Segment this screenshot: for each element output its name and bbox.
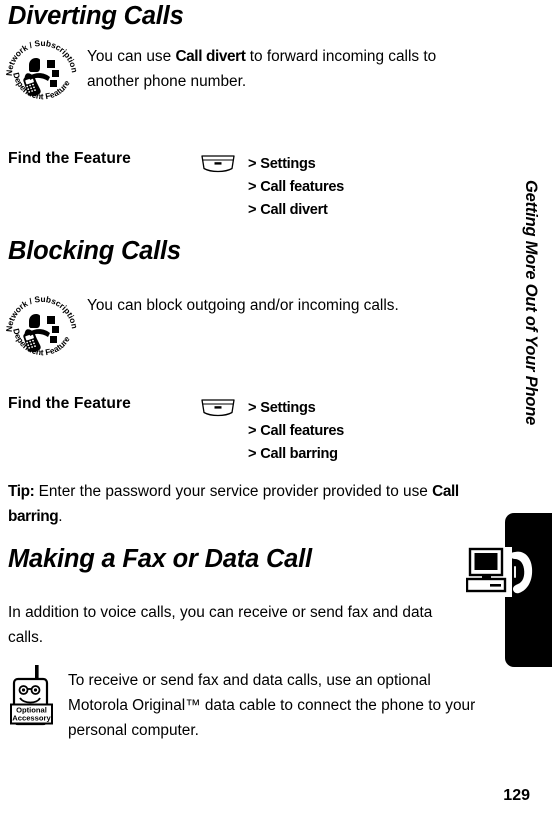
manual-page: Diverting Calls Network / Subscription D… [0, 0, 552, 819]
tip-text-before: Enter the password your service provider… [34, 483, 433, 500]
step-label: Call features [260, 423, 344, 439]
tip-text-after: . [58, 508, 63, 525]
find-the-feature-label-2: Find the Feature [8, 395, 131, 412]
optional-accessory-icon: Optional Accessory [9, 663, 57, 729]
tip-paragraph: Tip: Enter the password your service pro… [8, 479, 488, 529]
step-arrow: > [248, 156, 257, 172]
menu-key-icon [199, 398, 237, 417]
side-tab-title: Getting More Out of Your Phone [522, 180, 540, 426]
computer-icon [465, 547, 512, 597]
find-the-feature-label-1: Find the Feature [8, 150, 131, 167]
step-row[interactable]: > Call barring [248, 443, 344, 466]
paragraph-fax-accessory: To receive or send fax and data calls, u… [68, 672, 476, 739]
tip-label: Tip: [8, 483, 35, 500]
step-arrow: > [248, 202, 257, 218]
paragraph-fax-intro: In addition to voice calls, you can rece… [8, 604, 433, 646]
step-label: Settings [260, 156, 316, 172]
step-row[interactable]: > Call features [248, 176, 344, 199]
step-arrow: > [248, 446, 257, 462]
section-heading-diverting-calls: Diverting Calls [8, 2, 184, 30]
svg-text:Network / Subscription: Network / Subscription [6, 38, 78, 76]
step-row[interactable]: > Call features [248, 420, 344, 443]
step-row[interactable]: > Settings [248, 397, 344, 420]
step-label: Call barring [260, 446, 338, 462]
paragraph-diverting-calls: You can use Call divert to forward incom… [87, 44, 483, 94]
menu-key-icon [199, 154, 237, 173]
network-subscription-dependent-feature-icon: Network / Subscription Dependent Feature [4, 36, 80, 108]
paragraph-blocking-calls: You can block outgoing and/or incoming c… [87, 297, 399, 314]
step-arrow: > [248, 179, 257, 195]
keyword-call-divert: Call divert [175, 48, 246, 65]
section-heading-making-fax-data-call: Making a Fax or Data Call [8, 545, 312, 573]
paragraph-text-before: You can use [87, 48, 176, 65]
sidebar: Getting More Out of Your Phone [480, 0, 552, 819]
page-number: 129 [503, 787, 530, 804]
svg-text:Accessory: Accessory [12, 714, 51, 723]
step-label: Call features [260, 179, 344, 195]
step-arrow: > [248, 400, 257, 416]
section-heading-blocking-calls: Blocking Calls [8, 237, 181, 265]
step-label: Settings [260, 400, 316, 416]
find-the-feature-steps-2: > Settings > Call features > Call barrin… [248, 397, 344, 466]
step-label: Call divert [260, 202, 328, 218]
step-arrow: > [248, 423, 257, 439]
step-row[interactable]: > Settings [248, 153, 344, 176]
find-the-feature-steps-1: > Settings > Call features > Call divert [248, 153, 344, 222]
network-subscription-dependent-feature-icon: Network / Subscription Dependent Feature [4, 292, 80, 364]
step-row[interactable]: > Call divert [248, 199, 344, 222]
svg-text:Network / Subscription: Network / Subscription [6, 294, 78, 332]
